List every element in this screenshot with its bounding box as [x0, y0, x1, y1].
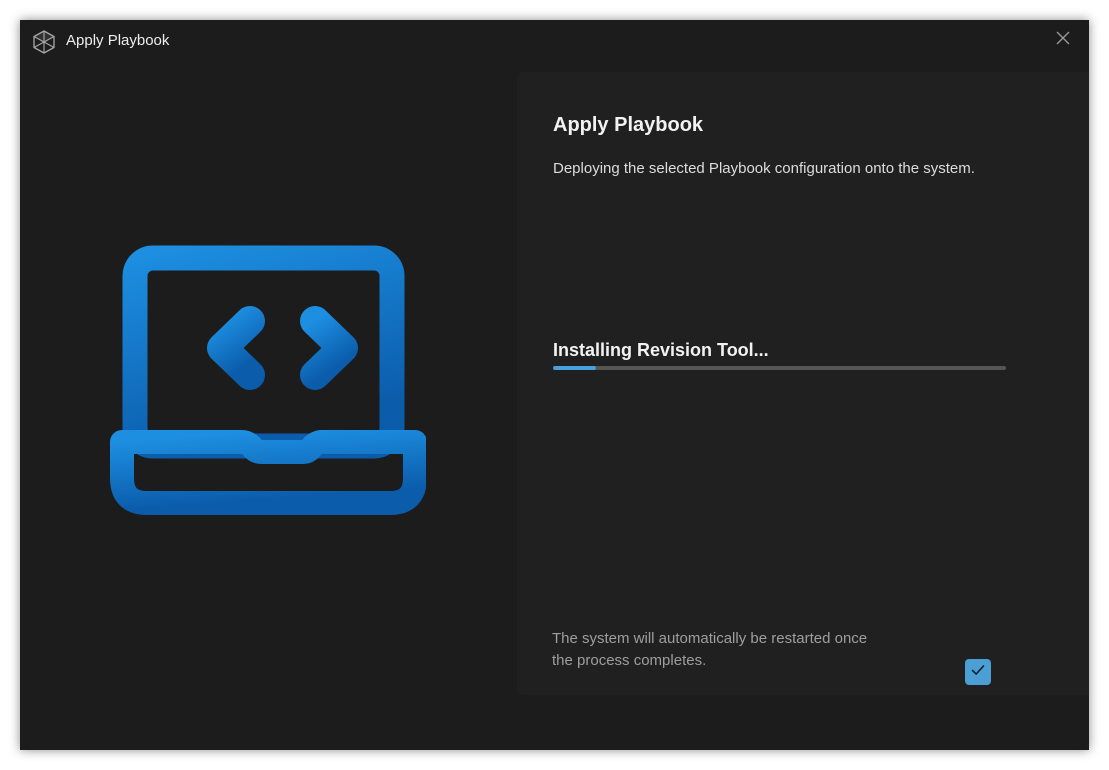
panel-description: Deploying the selected Playbook configur… — [553, 160, 975, 177]
progress-fill — [553, 366, 597, 370]
panel-title: Apply Playbook — [553, 114, 704, 136]
playbook-cube-icon — [31, 29, 57, 55]
laptop-code-icon — [110, 245, 427, 529]
window-title: Apply Playbook — [66, 32, 170, 49]
apply-panel: Apply Playbook Deploying the selected Pl… — [517, 72, 1089, 695]
progress-bar — [553, 366, 1006, 370]
auto-restart-checkbox[interactable] — [965, 659, 991, 685]
checkmark-icon — [970, 662, 986, 683]
close-icon — [1056, 31, 1070, 50]
restart-note: The system will automatically be restart… — [552, 630, 868, 669]
title-bar: Apply Playbook — [20, 20, 1089, 64]
close-button[interactable] — [1051, 29, 1075, 51]
hero-illustration — [110, 245, 427, 525]
apply-playbook-window: Apply Playbook Apply Playbook Deploying … — [20, 20, 1089, 750]
status-text: Installing Revision Tool... — [553, 340, 769, 360]
